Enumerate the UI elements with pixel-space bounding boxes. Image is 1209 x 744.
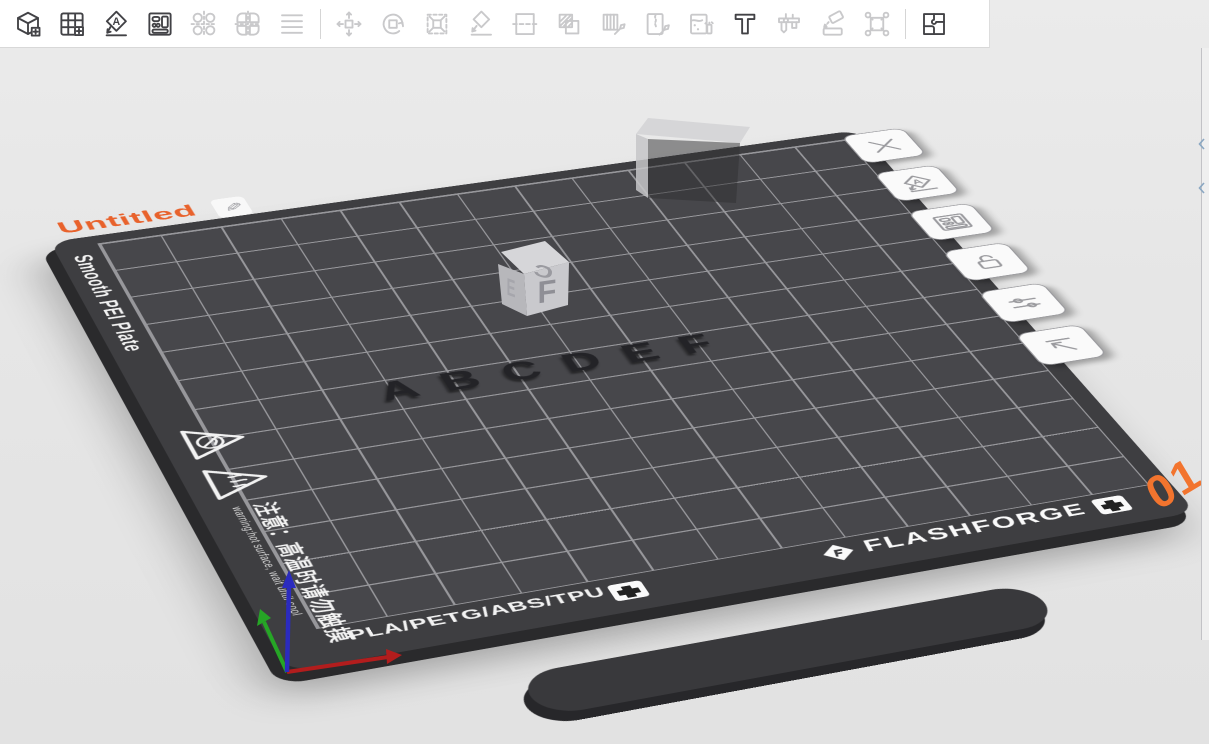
z-axis xyxy=(287,584,289,672)
scale-button[interactable] xyxy=(415,4,459,44)
letter-model-D[interactable]: D xyxy=(555,346,610,378)
support-paint-button[interactable] xyxy=(591,4,635,44)
fixture-button[interactable] xyxy=(855,4,899,44)
toolbar-separator xyxy=(905,9,906,39)
seam-paint-button[interactable] xyxy=(635,4,679,44)
lock-open-icon xyxy=(959,250,1015,274)
plate-handle xyxy=(517,583,1060,717)
move-icon xyxy=(334,9,364,39)
cut-icon xyxy=(510,9,540,39)
place-on-face-button[interactable] xyxy=(459,4,503,44)
collapsed-right-panel xyxy=(1201,48,1209,640)
add-model-button[interactable] xyxy=(6,4,50,44)
assembly-icon xyxy=(919,9,949,39)
add-plate-button[interactable] xyxy=(50,4,94,44)
align-plates-icon xyxy=(233,9,263,39)
panel-expand-handle[interactable] xyxy=(1196,136,1208,152)
align-plates-button[interactable] xyxy=(226,4,270,44)
letter-model-E[interactable]: E xyxy=(614,337,666,369)
toolbar-group-transform xyxy=(327,4,899,44)
measure-icon xyxy=(774,9,804,39)
panel-expand-handle[interactable] xyxy=(1196,180,1208,196)
main-toolbar: A xyxy=(0,0,990,48)
edit-plate-name-icon[interactable]: ✎ xyxy=(209,196,254,219)
emboss-button[interactable] xyxy=(811,4,855,44)
svg-text:A: A xyxy=(113,16,121,28)
origin-axes xyxy=(240,560,420,700)
calibration-marker xyxy=(1089,495,1133,515)
cut-button[interactable] xyxy=(503,4,547,44)
toolbar-group-align xyxy=(182,4,314,44)
place-on-face-icon xyxy=(466,9,496,39)
support-paint-icon xyxy=(598,9,628,39)
color-paint-button[interactable] xyxy=(679,4,723,44)
auto-arrange-icon: A xyxy=(890,172,944,195)
emboss-icon xyxy=(818,9,848,39)
distribute-icon xyxy=(277,9,307,39)
boolean-button[interactable] xyxy=(547,4,591,44)
auto-arrange-icon: A xyxy=(101,9,131,39)
boolean-icon xyxy=(554,9,584,39)
close-icon xyxy=(857,135,910,157)
text-icon xyxy=(730,9,760,39)
viewport-3d[interactable]: 01 Untitled ✎ Smooth PEI Plate 注意：高温时请勿触… xyxy=(0,0,1209,744)
assembly-view-button[interactable] xyxy=(912,4,956,44)
letter-model-C[interactable]: C xyxy=(494,355,549,388)
toolbar-separator xyxy=(320,9,321,39)
calibration-marker xyxy=(606,580,650,601)
toolbar-group-add: A xyxy=(6,4,182,44)
translucent-box-model[interactable] xyxy=(628,106,778,206)
build-plate: Untitled ✎ Smooth PEI Plate 注意：高温时请勿触摸 w… xyxy=(50,130,1196,672)
scale-icon xyxy=(422,9,452,39)
auto-layout-icon xyxy=(145,9,175,39)
letter-model-B[interactable]: B xyxy=(433,365,488,398)
fixture-icon xyxy=(862,9,892,39)
cube-left-letter: E xyxy=(507,274,516,304)
rotate-button[interactable] xyxy=(371,4,415,44)
add-plate-icon xyxy=(57,9,87,39)
arrow-up-left-icon xyxy=(1033,332,1091,358)
color-paint-icon xyxy=(686,9,716,39)
add-model-icon xyxy=(13,9,43,39)
align-objects-button[interactable] xyxy=(182,4,226,44)
seam-paint-icon xyxy=(642,9,672,39)
x-axis xyxy=(287,657,388,672)
move-button[interactable] xyxy=(327,4,371,44)
align-circles-icon xyxy=(189,9,219,39)
flashforge-logo-icon xyxy=(816,541,861,563)
y-axis xyxy=(264,622,287,672)
measure-button[interactable] xyxy=(767,4,811,44)
auto-layout-icon xyxy=(924,210,979,234)
sliders-icon xyxy=(995,290,1052,315)
auto-arrange-button[interactable]: A xyxy=(94,4,138,44)
text-tool-button[interactable] xyxy=(723,4,767,44)
rotate-icon xyxy=(378,9,408,39)
letter-cube-model[interactable]: C F E xyxy=(495,236,575,321)
distribute-button[interactable] xyxy=(270,4,314,44)
toolbar-group-assembly xyxy=(912,4,956,44)
cube-front-letter: F xyxy=(538,273,557,310)
auto-layout-button[interactable] xyxy=(138,4,182,44)
